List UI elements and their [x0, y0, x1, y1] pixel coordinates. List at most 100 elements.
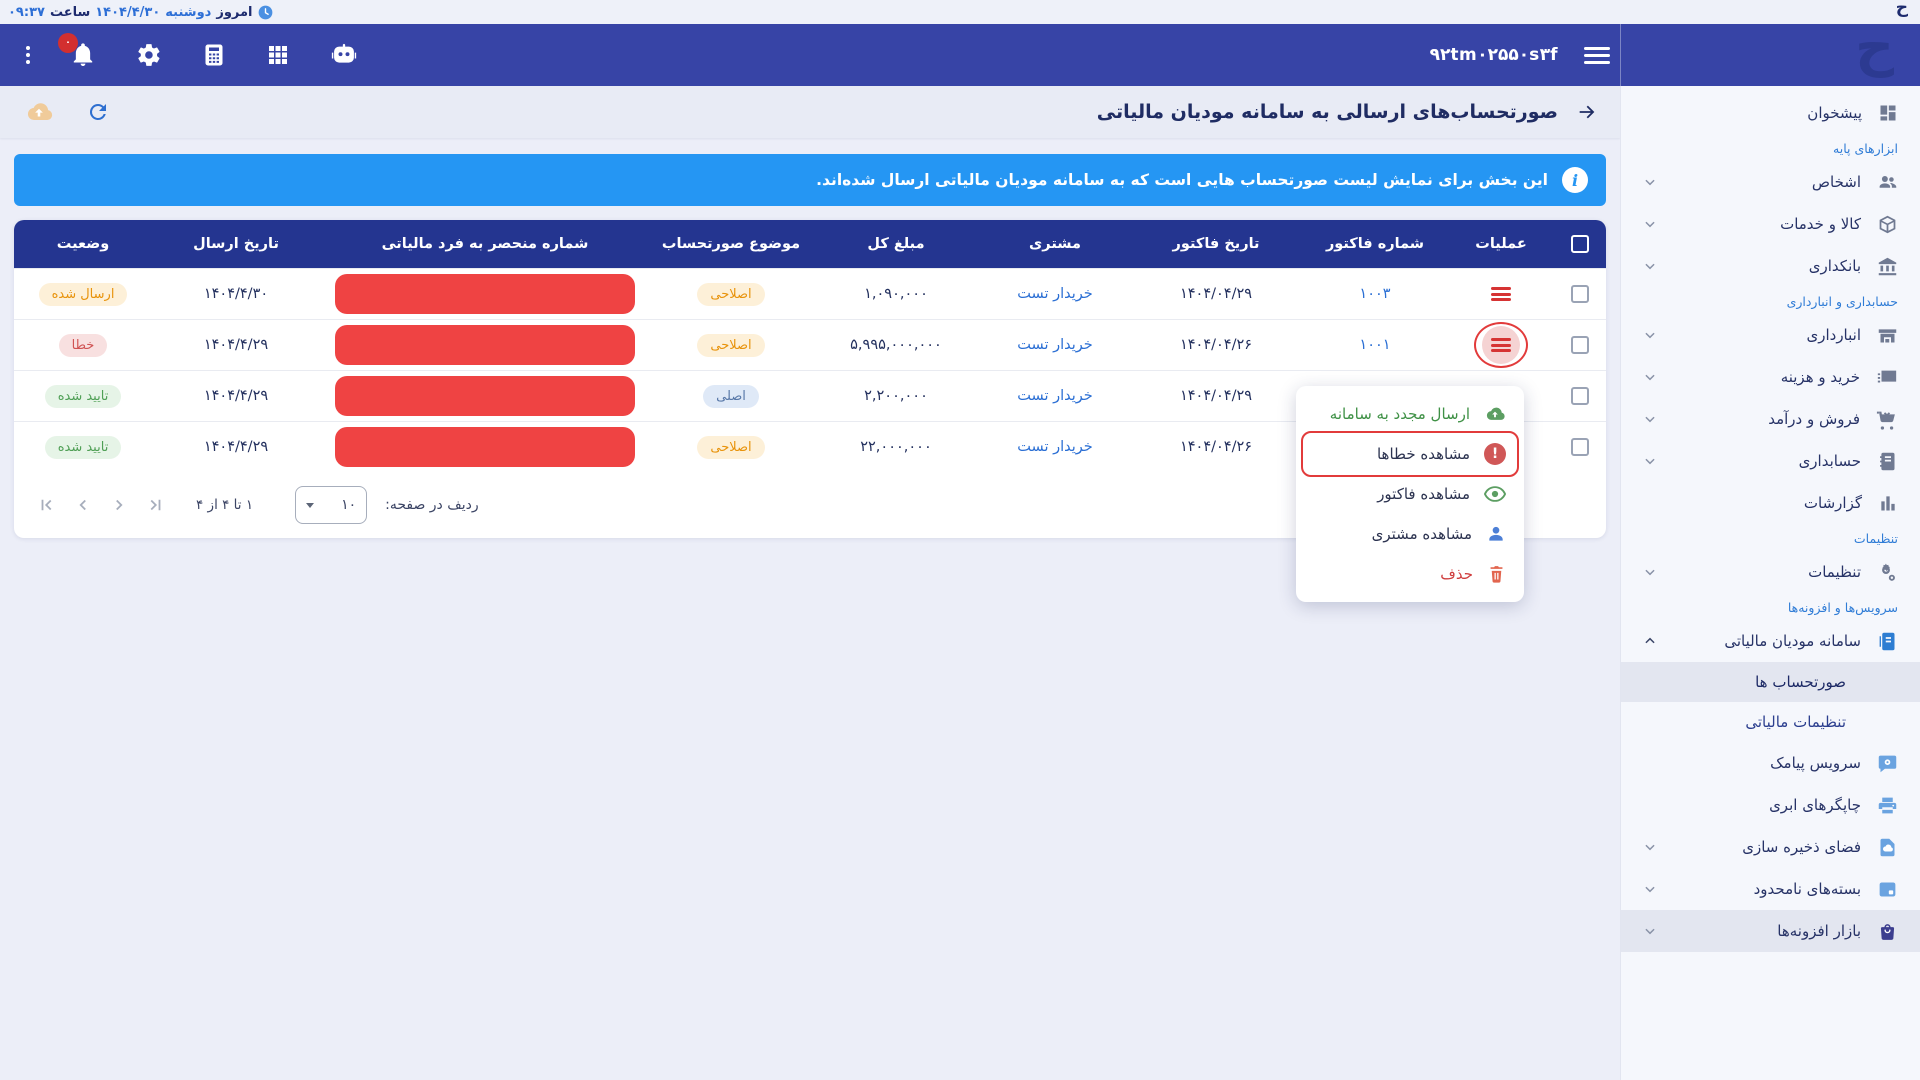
select-all-checkbox[interactable] — [1571, 235, 1589, 253]
chevron-down-icon — [1643, 328, 1657, 342]
row-actions-menu: ارسال مجدد به سامانه ! مشاهده خطاها مشاه… — [1296, 386, 1524, 602]
sidebar-item-reports[interactable]: گزارشات — [1621, 482, 1920, 524]
datetime-prefix: امروز — [216, 5, 252, 20]
menu-item-label: مشاهده خطاها — [1377, 445, 1470, 463]
row-operations-button[interactable] — [1491, 285, 1511, 304]
brand-logo-small: ح — [1896, 0, 1908, 18]
sidebar-section-base-tools: ابزارهای پایه — [1621, 134, 1920, 161]
row-operations-button-active[interactable] — [1482, 326, 1520, 364]
trash-icon — [1487, 564, 1506, 584]
package-icon — [1877, 879, 1898, 900]
sidebar-item-settings[interactable]: تنظیمات — [1621, 551, 1920, 593]
row-checkbox[interactable] — [1571, 285, 1589, 303]
col-invoice-no: شماره فاکتور — [1302, 236, 1448, 252]
calculator-icon[interactable] — [202, 43, 226, 67]
invoice-number-link[interactable]: ۱۰۰۱ — [1359, 337, 1390, 353]
notifications-bell-icon[interactable]: ۰ — [70, 42, 96, 68]
sidebar-item-label: کالا و خدمات — [1657, 215, 1861, 233]
sidebar-item-banking[interactable]: بانکداری — [1621, 245, 1920, 287]
menu-item-delete[interactable]: حذف — [1296, 554, 1524, 594]
sidebar-item-label: حسابداری — [1657, 452, 1861, 470]
select-caret-icon — [306, 503, 314, 508]
last-page-button[interactable] — [146, 496, 164, 514]
apps-grid-icon[interactable] — [266, 43, 290, 67]
menu-item-view-invoice[interactable]: مشاهده فاکتور — [1296, 474, 1524, 514]
chevron-down-icon — [1643, 412, 1657, 426]
sidebar-item-storage-space[interactable]: فضای ذخیره سازی — [1621, 826, 1920, 868]
col-status: وضعیت — [14, 236, 152, 252]
sidebar-item-sales-income[interactable]: فروش و درآمد — [1621, 398, 1920, 440]
more-options-icon[interactable] — [26, 43, 30, 67]
sidebar-item-label: گزارشات — [1643, 494, 1862, 512]
invoice-number-link[interactable]: ۱۰۰۳ — [1359, 286, 1390, 302]
rows-per-page-select[interactable]: ۱۰ — [295, 486, 367, 524]
menu-item-view-errors[interactable]: ! مشاهده خطاها — [1296, 434, 1524, 474]
invoice-date: ۱۴۰۴/۰۴/۲۹ — [1130, 388, 1302, 404]
menu-item-view-customer[interactable]: مشاهده مشتری — [1296, 514, 1524, 554]
menu-item-label: ارسال مجدد به سامانه — [1330, 405, 1470, 423]
tax-unique-number-redacted — [335, 274, 635, 314]
shopping-bag-icon — [1877, 921, 1898, 942]
send-date: ۱۴۰۴/۴/۲۹ — [152, 439, 320, 455]
sidebar-item-unlimited-packages[interactable]: بسته‌های نامحدود — [1621, 868, 1920, 910]
sidebar-toggle-icon[interactable] — [1584, 43, 1610, 68]
sidebar-item-tax-moadian-system[interactable]: سامانه مودیان مالیاتی — [1621, 620, 1920, 662]
menu-item-label: حذف — [1440, 565, 1473, 583]
customer-link[interactable]: خریدار تست — [1017, 388, 1092, 404]
col-tax-unique-no: شماره منحصر به فرد مالیاتی — [320, 236, 650, 252]
subject-badge: اصلاحی — [697, 334, 764, 357]
send-date: ۱۴۰۴/۴/۳۰ — [152, 286, 320, 302]
first-page-button[interactable] — [38, 496, 56, 514]
table-header-row: عملیات شماره فاکتور تاریخ فاکتور مشتری م… — [14, 220, 1606, 268]
sidebar-item-cloud-printers[interactable]: چاپگرهای ابری — [1621, 784, 1920, 826]
row-checkbox[interactable] — [1571, 438, 1589, 456]
back-arrow-icon[interactable] — [1576, 101, 1598, 123]
bank-icon — [1877, 256, 1898, 277]
sidebar-item-persons[interactable]: اشخاص — [1621, 161, 1920, 203]
sidebar-subitem-invoices[interactable]: صورتحساب ها — [1621, 662, 1920, 702]
page-title: صورتحساب‌های ارسالی به سامانه مودیان مال… — [1097, 101, 1558, 123]
next-page-button[interactable] — [110, 496, 128, 514]
customer-link[interactable]: خریدار تست — [1017, 337, 1092, 353]
cloud-upload-icon[interactable] — [24, 100, 54, 124]
menu-item-label: مشاهده فاکتور — [1377, 485, 1470, 503]
col-invoice-date: تاریخ فاکتور — [1130, 236, 1302, 252]
sidebar-item-label: سرویس پیامک — [1643, 754, 1861, 772]
sidebar-item-addons-market[interactable]: بازار افزونه‌ها — [1621, 910, 1920, 952]
col-total: مبلغ کل — [812, 236, 980, 252]
info-banner: i این بخش برای نمایش لیست صورتحساب هایی … — [14, 154, 1606, 206]
sidebar-item-label: خرید و هزینه — [1657, 368, 1860, 386]
menu-item-resend-to-system[interactable]: ارسال مجدد به سامانه — [1296, 394, 1524, 434]
sidebar-item-sms-service[interactable]: سرویس پیامک — [1621, 742, 1920, 784]
assistant-robot-icon[interactable] — [330, 41, 358, 69]
sidebar-item-dashboard[interactable]: پیشخوان — [1621, 92, 1920, 134]
settings-gear-icon[interactable] — [136, 42, 162, 68]
workspace-id: ۹۲tm۰۲۵۵۰s۳f — [1430, 45, 1558, 65]
refresh-icon[interactable] — [86, 100, 110, 124]
gears-icon — [1877, 562, 1898, 583]
customer-link[interactable]: خریدار تست — [1017, 286, 1092, 302]
menu-item-label: مشاهده مشتری — [1372, 525, 1472, 543]
col-subject: موضوع صورتحساب — [650, 236, 812, 252]
bar-chart-icon — [1878, 493, 1898, 513]
tax-unique-number-redacted — [335, 427, 635, 467]
subject-badge: اصلی — [703, 385, 759, 408]
chevron-down-icon — [1643, 840, 1657, 854]
pagination-range: ۱ تا ۴ از ۴ — [196, 497, 253, 513]
sidebar-item-accounting[interactable]: حسابداری — [1621, 440, 1920, 482]
row-checkbox[interactable] — [1571, 387, 1589, 405]
info-banner-text: این بخش برای نمایش لیست صورتحساب هایی اس… — [816, 171, 1548, 189]
people-icon — [1877, 172, 1898, 193]
row-checkbox[interactable] — [1571, 336, 1589, 354]
datetime-hour-label: ساعت — [50, 5, 90, 20]
sidebar-item-purchase-expense[interactable]: خرید و هزینه — [1621, 356, 1920, 398]
previous-page-button[interactable] — [74, 496, 92, 514]
clock-icon — [258, 5, 273, 20]
sidebar-item-warehousing[interactable]: انبارداری — [1621, 314, 1920, 356]
customer-link[interactable]: خریدار تست — [1017, 439, 1092, 455]
sidebar-subitem-tax-settings[interactable]: تنظیمات مالیاتی — [1621, 702, 1920, 742]
rows-per-page-value: ۱۰ — [341, 497, 356, 513]
sidebar-item-goods-services[interactable]: کالا و خدمات — [1621, 203, 1920, 245]
invoice-date: ۱۴۰۴/۰۴/۲۹ — [1130, 286, 1302, 302]
dashboard-icon — [1878, 103, 1898, 123]
